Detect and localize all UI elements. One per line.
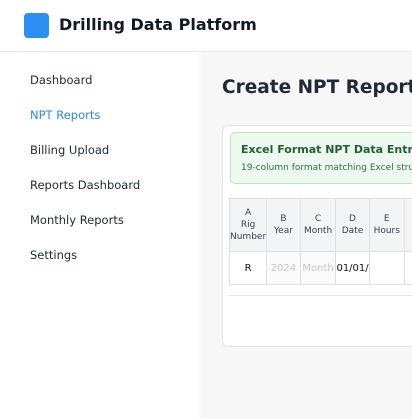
column-name: Year xyxy=(273,226,293,236)
main-content: Create NPT Report Excel Format NPT Data … xyxy=(204,52,412,419)
column-letter: A xyxy=(244,208,252,218)
report-card: Excel Format NPT Data Entry 19-column fo… xyxy=(222,125,412,347)
table-row xyxy=(229,251,412,285)
sidebar-item-npt-reports[interactable]: NPT Reports xyxy=(30,108,100,122)
page-title: Create NPT Report xyxy=(222,77,412,98)
table-cell xyxy=(335,251,370,285)
table-cell xyxy=(299,251,337,285)
sidebar-item-settings[interactable]: Settings xyxy=(30,248,77,262)
app-title: Drilling Data Platform xyxy=(59,15,257,34)
column-name: Month xyxy=(303,226,333,236)
rig-number-input[interactable] xyxy=(230,252,266,284)
sidebar-item-dashboard[interactable]: Dashboard xyxy=(30,73,92,87)
column-name: Date xyxy=(341,226,364,236)
column-letter: D xyxy=(349,214,356,224)
column-name: Rig Number xyxy=(230,220,267,242)
info-title: Excel Format NPT Data Entry xyxy=(241,143,412,156)
sidebar-item-billing-upload[interactable]: Billing Upload xyxy=(30,143,109,157)
sidebar-item-reports-dashboard[interactable]: Reports Dashboard xyxy=(30,178,140,192)
section-divider xyxy=(229,295,412,296)
column-letter: E xyxy=(383,214,390,224)
table-cell xyxy=(368,251,406,285)
column-header: A Rig Number xyxy=(229,198,268,252)
year-input[interactable] xyxy=(267,252,300,284)
column-header xyxy=(404,198,412,252)
table-header-row: A Rig Number B Year C Month D Date E Hours xyxy=(229,198,412,252)
app-window: Drilling Data Platform Dashboard NPT Rep… xyxy=(0,0,412,419)
logo-icon xyxy=(24,13,49,38)
table-cell xyxy=(266,251,301,285)
sidebar: Dashboard NPT Reports Billing Upload Rep… xyxy=(0,52,204,419)
column-header: C Month xyxy=(299,198,337,252)
hours-input[interactable] xyxy=(370,252,404,284)
column-letter: C xyxy=(314,214,322,224)
month-input[interactable] xyxy=(301,252,335,284)
info-description: 19-column format matching Excel structur… xyxy=(241,163,412,173)
column-header: D Date xyxy=(335,198,370,252)
npt-table-scroll[interactable]: A Rig Number B Year C Month D Date E Hours xyxy=(229,198,412,298)
top-header: Drilling Data Platform xyxy=(0,0,412,52)
sidebar-item-monthly-reports[interactable]: Monthly Reports xyxy=(30,213,124,227)
date-input[interactable] xyxy=(336,252,369,284)
column-letter: B xyxy=(280,214,287,224)
column-header: E Hours xyxy=(368,198,406,252)
column-header: B Year xyxy=(266,198,301,252)
table-cell xyxy=(404,251,412,285)
table-cell xyxy=(229,251,268,285)
info-banner: Excel Format NPT Data Entry 19-column fo… xyxy=(230,132,412,184)
column-name: Hours xyxy=(373,226,400,236)
npt-table: A Rig Number B Year C Month D Date E Hours xyxy=(229,198,412,285)
